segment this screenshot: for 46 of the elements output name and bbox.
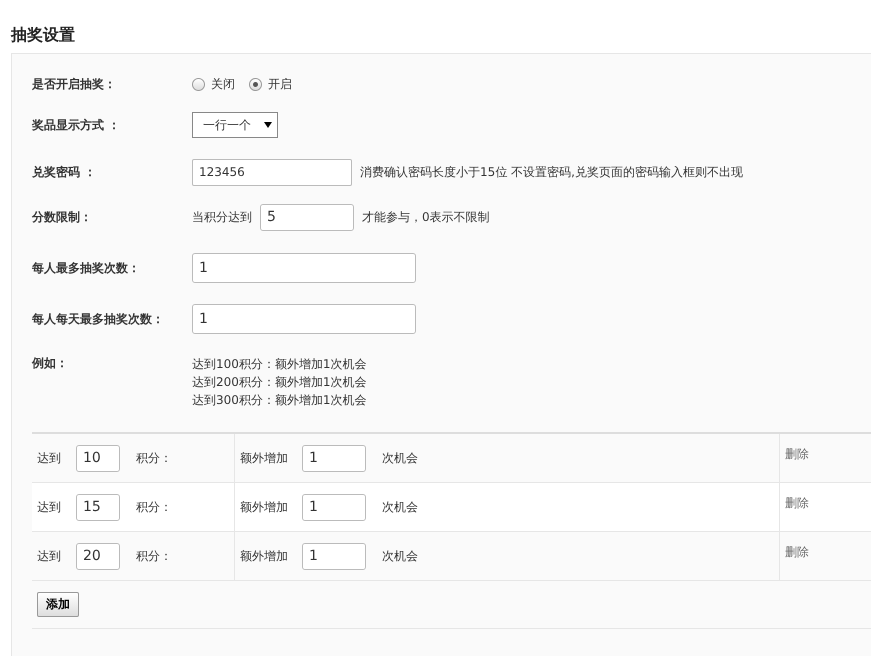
extra-label: 额外增加 xyxy=(240,498,288,516)
chances-field[interactable]: 1 xyxy=(302,444,366,472)
caret-icon xyxy=(264,122,272,128)
field-label: 是否开启抽奖： xyxy=(32,76,117,92)
chances-field[interactable]: 1 xyxy=(302,542,366,570)
chances-label: 次机会 xyxy=(382,498,418,516)
chances-label: 次机会 xyxy=(382,548,418,564)
extra-label: 额外增加 xyxy=(240,548,288,564)
points-field[interactable]: 20 xyxy=(76,542,120,570)
example-line: 达到100积分：额外增加1次机会 xyxy=(192,356,367,373)
radio-button[interactable] xyxy=(192,78,205,90)
points-field[interactable]: 10 xyxy=(76,444,120,472)
reach-label: 达到 xyxy=(37,548,61,564)
field-label: 每人每天最多抽奖次数： xyxy=(32,310,165,328)
example-line: 达到300积分：额外增加1次机会 xyxy=(192,392,367,409)
display-select[interactable]: 一行一个 xyxy=(192,112,278,138)
daily-max-field[interactable]: 1 xyxy=(192,304,416,334)
field-label: 奖品显示方式 ： xyxy=(32,116,122,134)
score-suffix: 才能参与，0表示不限制 xyxy=(362,208,490,226)
max-draws-field[interactable]: 1 xyxy=(192,253,416,283)
chances-label: 次机会 xyxy=(382,450,418,466)
password-field[interactable]: 123456 xyxy=(192,158,352,186)
reach-label: 达到 xyxy=(37,498,61,516)
reach-label: 达到 xyxy=(37,450,61,466)
points-label: 积分： xyxy=(136,548,172,564)
radio-label: 开启 xyxy=(268,76,292,92)
extra-label: 额外增加 xyxy=(240,450,288,466)
points-label: 积分： xyxy=(136,498,172,516)
score-field[interactable]: 5 xyxy=(260,204,354,230)
points-label: 积分： xyxy=(136,450,172,466)
add-button[interactable]: 添加 xyxy=(37,592,79,617)
chances-field[interactable]: 1 xyxy=(302,494,366,520)
field-label: 分数限制： xyxy=(32,208,93,226)
points-field[interactable]: 15 xyxy=(76,494,120,520)
score-prefix: 当积分达到 xyxy=(192,208,252,226)
field-label: 兑奖密码 ： xyxy=(32,164,98,180)
field-label: 每人最多抽奖次数： xyxy=(32,260,141,276)
radio-button[interactable] xyxy=(249,78,262,90)
field-label: 例如： xyxy=(32,355,69,372)
password-hint: 消费确认密码长度小于15位 不设置密码,兑奖页面的密码输入框则不出现 xyxy=(360,164,743,180)
delete-link[interactable]: 删除 xyxy=(785,447,809,461)
page-title: 抽奖设置 xyxy=(10,24,76,46)
delete-link[interactable]: 删除 xyxy=(785,496,809,510)
delete-link[interactable]: 删除 xyxy=(785,545,809,559)
example-line: 达到200积分：额外增加1次机会 xyxy=(192,374,367,391)
radio-label: 关闭 xyxy=(211,76,235,92)
